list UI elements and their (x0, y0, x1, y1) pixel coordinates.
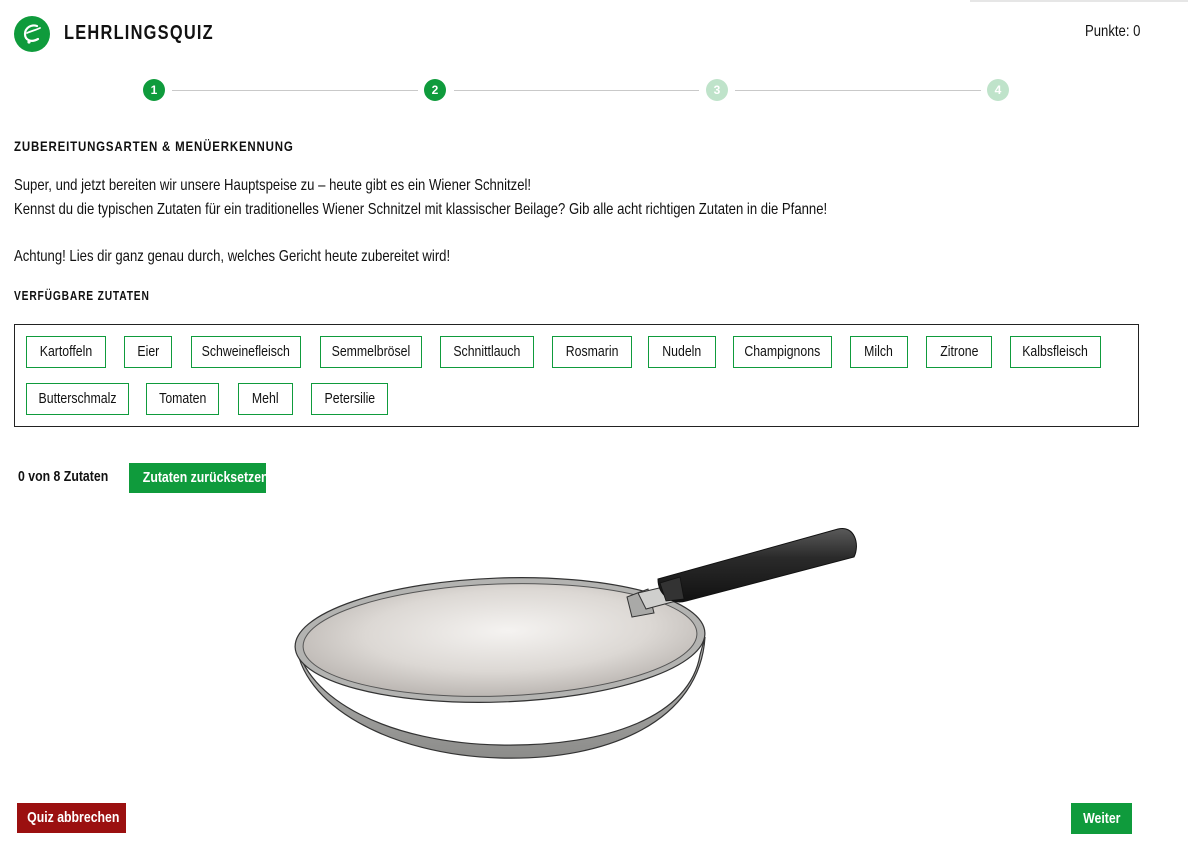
ingredient-chip-kalbsfleisch[interactable]: Kalbsfleisch (1010, 336, 1101, 368)
reset-ingredients-button[interactable]: Zutaten zurücksetzen (129, 463, 269, 493)
ingredient-chip-champignons[interactable]: Champignons (733, 336, 832, 368)
ingredient-chip-semmelbroesel[interactable]: Semmelbrösel (320, 336, 422, 368)
step-connector (735, 90, 981, 91)
ingredient-chip-kartoffeln[interactable]: Kartoffeln (26, 336, 106, 368)
frying-pan-icon (294, 528, 857, 759)
progress-stepper: 1 2 3 4 (0, 0, 1188, 120)
ingredient-chip-tomaten[interactable]: Tomaten (146, 383, 219, 415)
ingredient-chip-mehl[interactable]: Mehl (238, 383, 293, 415)
step-1: 1 (143, 79, 165, 101)
ingredient-chip-nudeln[interactable]: Nudeln (648, 336, 716, 368)
ingredients-panel: Kartoffeln Eier Schweinefleisch Semmelbr… (14, 324, 1139, 427)
step-4: 4 (987, 79, 1009, 101)
ingredient-chip-rosmarin[interactable]: Rosmarin (552, 336, 632, 368)
step-3: 3 (706, 79, 728, 101)
cancel-quiz-button[interactable]: Quiz abbrechen (17, 803, 126, 833)
ingredient-chip-petersilie[interactable]: Petersilie (311, 383, 388, 415)
ingredient-chip-schweinefleisch[interactable]: Schweinefleisch (191, 336, 301, 368)
ingredient-counter: 0 von 8 Zutaten (18, 468, 109, 485)
step-connector (454, 90, 699, 91)
ingredient-chip-butterschmalz[interactable]: Butterschmalz (26, 383, 129, 415)
available-ingredients-title: VERFÜGBARE ZUTATEN (14, 289, 150, 303)
instruction-text: Kennst du die typischen Zutaten für ein … (14, 201, 828, 218)
intro-text: Super, und jetzt bereiten wir unsere Hau… (14, 177, 532, 194)
ingredient-chip-schnittlauch[interactable]: Schnittlauch (440, 336, 534, 368)
warning-text: Achtung! Lies dir ganz genau durch, welc… (14, 248, 451, 265)
ingredient-chip-eier[interactable]: Eier (124, 336, 172, 368)
frying-pan-dropzone[interactable] (280, 515, 880, 775)
ingredient-chip-zitrone[interactable]: Zitrone (926, 336, 992, 368)
ingredient-chip-milch[interactable]: Milch (850, 336, 908, 368)
step-connector (172, 90, 418, 91)
section-title: ZUBEREITUNGSARTEN & MENÜERKENNUNG (14, 138, 294, 154)
step-2: 2 (424, 79, 446, 101)
next-button[interactable]: Weiter (1071, 803, 1132, 834)
